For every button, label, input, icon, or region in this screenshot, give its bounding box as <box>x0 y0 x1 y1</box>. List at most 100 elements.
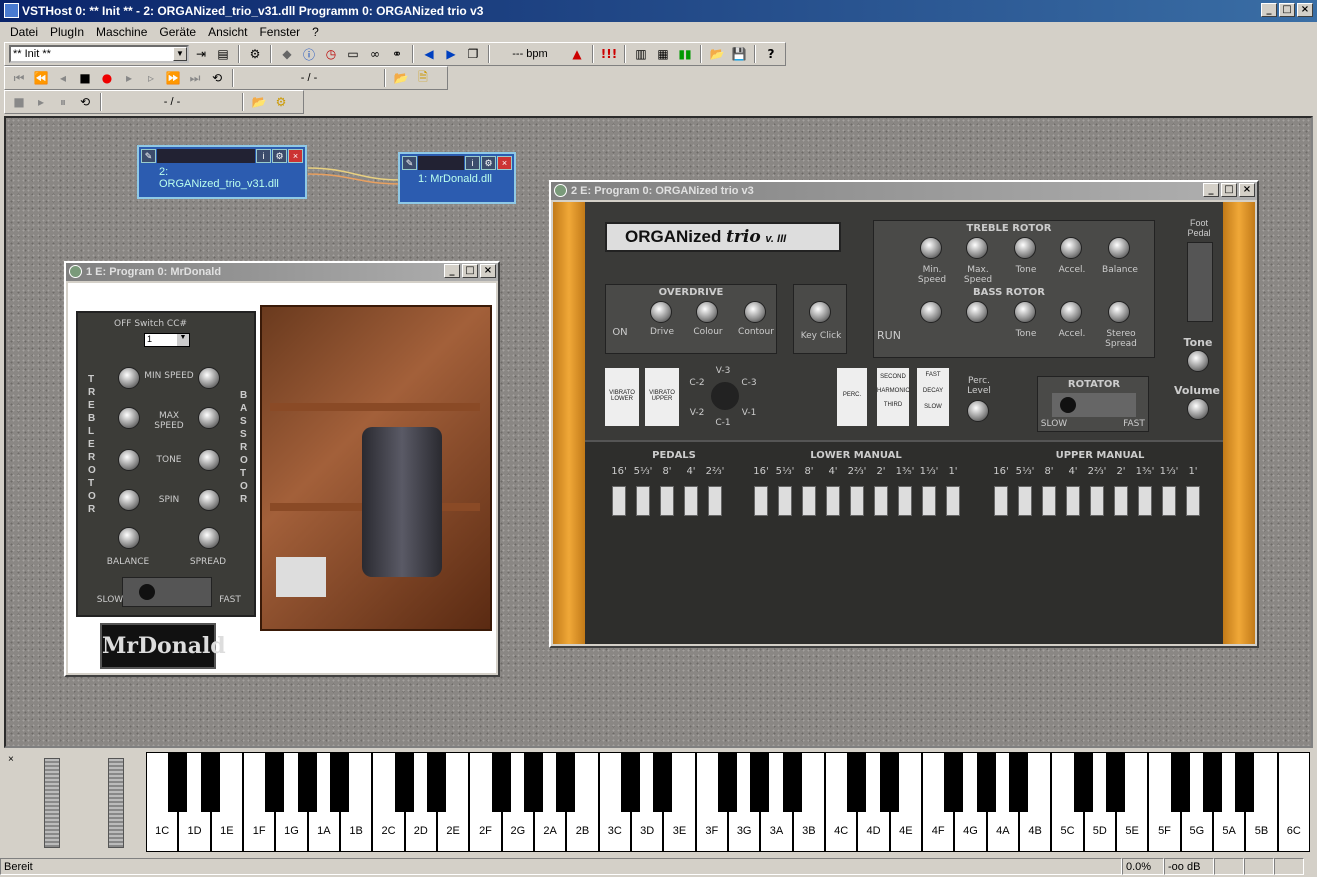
stop-icon[interactable]: ■ <box>75 69 95 87</box>
meter-icon[interactable]: ▮▮ <box>675 45 695 63</box>
cc-select[interactable]: 1 ▼ <box>144 333 190 347</box>
window-icon[interactable]: ❐ <box>463 45 483 63</box>
drawbar[interactable] <box>826 486 840 516</box>
colour-knob[interactable] <box>696 301 718 323</box>
drawbar[interactable] <box>1066 486 1080 516</box>
player-loop-icon[interactable]: ⟲ <box>75 93 95 111</box>
contour-knob[interactable] <box>744 301 766 323</box>
player-stop-icon[interactable]: ■ <box>9 93 29 111</box>
save-icon[interactable]: 💾 <box>729 45 749 63</box>
minimize-button[interactable]: _ <box>444 264 460 278</box>
piano-key-black[interactable] <box>847 752 867 812</box>
diamond-icon[interactable]: ◆ <box>277 45 297 63</box>
close-button[interactable]: × <box>1239 183 1255 197</box>
piano-key-black[interactable] <box>330 752 349 812</box>
remove-icon[interactable]: × <box>497 156 512 170</box>
piano-key-black[interactable] <box>718 752 737 812</box>
drawbar[interactable] <box>708 486 722 516</box>
drawbar[interactable] <box>1018 486 1032 516</box>
menu-help[interactable]: ? <box>306 25 325 39</box>
maximize-button[interactable]: □ <box>1221 183 1237 197</box>
piano-key-black[interactable] <box>168 752 188 812</box>
link-icon[interactable]: ⚭ <box>387 45 407 63</box>
forward-end-icon[interactable]: ⏭ <box>185 69 205 87</box>
player-settings-icon[interactable]: ⚙ <box>271 93 291 111</box>
piano-key-black[interactable] <box>524 752 543 812</box>
drive-knob[interactable] <box>650 301 672 323</box>
bass-tone-knob[interactable] <box>1014 301 1036 323</box>
loop-icon[interactable]: ⟲ <box>207 69 227 87</box>
menu-maschine[interactable]: Maschine <box>90 25 153 39</box>
drawbar[interactable] <box>1138 486 1152 516</box>
bass-accel-knob[interactable] <box>1060 301 1082 323</box>
record-icon[interactable]: ● <box>97 69 117 87</box>
help-icon[interactable]: ? <box>761 45 781 63</box>
menu-datei[interactable]: Datei <box>4 25 44 39</box>
open-file-icon[interactable]: 📂 <box>391 69 411 87</box>
piano-key-black[interactable] <box>297 752 317 812</box>
treble-tone-knob[interactable] <box>118 449 140 471</box>
gear-icon[interactable]: ⚙ <box>481 156 496 170</box>
drawbar[interactable] <box>898 486 912 516</box>
decay-switch[interactable]: FAST DECAY SLOW <box>917 368 949 426</box>
stereo-spread-knob[interactable] <box>1108 301 1130 323</box>
maximize-button[interactable]: □ <box>1279 3 1295 17</box>
harmonic-switch[interactable]: SECOND HARMONIC THIRD <box>877 368 910 426</box>
key-click-knob[interactable] <box>809 301 831 323</box>
rewind-icon[interactable]: ⏪ <box>31 69 51 87</box>
save-preset-icon[interactable]: ⇥ <box>191 45 211 63</box>
treble-tone-knob[interactable] <box>1014 237 1036 259</box>
drawbar[interactable] <box>922 486 936 516</box>
info-icon[interactable]: i <box>256 149 271 163</box>
arrow-left-icon[interactable]: ◀ <box>419 45 439 63</box>
bank-icon[interactable]: ▤ <box>213 45 233 63</box>
volume-knob[interactable] <box>1187 398 1209 420</box>
perc-switch[interactable]: PERC. <box>837 368 867 426</box>
drawbar[interactable] <box>612 486 626 516</box>
drawbar[interactable] <box>1042 486 1056 516</box>
piano-key-black[interactable] <box>621 752 640 812</box>
mod-wheel[interactable] <box>108 758 124 848</box>
master-tone-knob[interactable] <box>1187 350 1209 372</box>
open-folder-icon[interactable]: 📂 <box>707 45 727 63</box>
metronome-icon[interactable]: ▲ <box>567 45 587 63</box>
treble-min-speed-knob[interactable] <box>118 367 140 389</box>
balance-knob[interactable] <box>118 527 140 549</box>
menu-ansicht[interactable]: Ansicht <box>202 25 253 39</box>
drawbar[interactable] <box>636 486 650 516</box>
piano-key-black[interactable] <box>879 752 899 812</box>
piano-key-black[interactable] <box>653 752 673 812</box>
edit-icon[interactable]: ✎ <box>141 149 156 163</box>
piano-key-black[interactable] <box>944 752 964 812</box>
bass-spin-knob[interactable] <box>198 489 220 511</box>
treble-max-speed-knob[interactable] <box>966 237 988 259</box>
arrow-right-icon[interactable]: ▶ <box>441 45 461 63</box>
piano-key-black[interactable] <box>265 752 285 812</box>
piano-key-black[interactable] <box>782 752 802 812</box>
player-play-icon[interactable]: ▸ <box>31 93 51 111</box>
vibrato-lower-switch[interactable]: VIBRATO LOWER <box>605 368 639 426</box>
spread-knob[interactable] <box>198 527 220 549</box>
piano-key-white[interactable]: 6C <box>1277 752 1310 852</box>
drawbar[interactable] <box>850 486 864 516</box>
piano-key-black[interactable] <box>427 752 446 812</box>
drawbar[interactable] <box>802 486 816 516</box>
rotator-switch[interactable] <box>1052 393 1136 417</box>
vibrato-selector-knob[interactable] <box>711 382 739 410</box>
play-icon[interactable]: ▸ <box>119 69 139 87</box>
player-open-icon[interactable]: 📂 <box>249 93 269 111</box>
menu-plugin[interactable]: PlugIn <box>44 25 90 39</box>
piano-key-black[interactable] <box>750 752 770 812</box>
bass-min-speed-knob[interactable] <box>198 367 220 389</box>
close-icon[interactable]: × <box>8 754 14 765</box>
bass-max-speed-knob[interactable] <box>966 301 988 323</box>
perc-level-knob[interactable] <box>967 400 989 422</box>
drawbar[interactable] <box>1162 486 1176 516</box>
edit-icon[interactable]: ▭ <box>343 45 363 63</box>
bass-max-speed-knob[interactable] <box>198 407 220 429</box>
menu-fenster[interactable]: Fenster <box>253 25 306 39</box>
player-pause-icon[interactable]: ⏸ <box>53 93 73 111</box>
drawbar[interactable] <box>994 486 1008 516</box>
record-file-icon[interactable]: 🗎 <box>413 69 433 87</box>
balance-knob[interactable] <box>1108 237 1130 259</box>
